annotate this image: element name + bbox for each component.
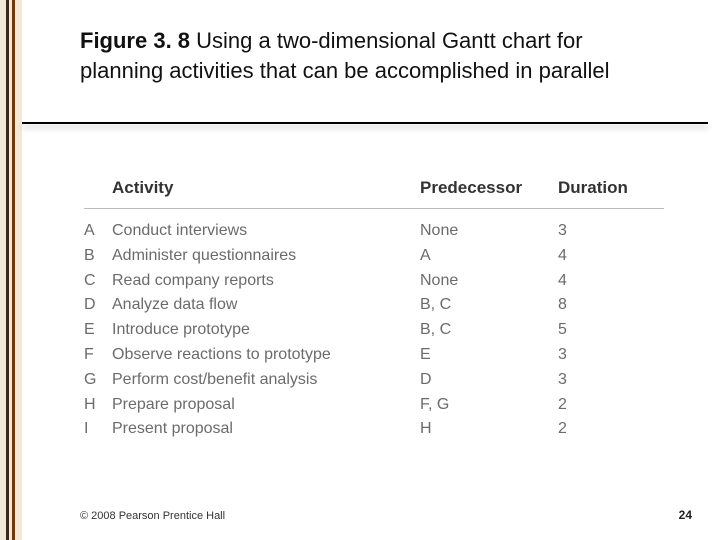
row-activity: Read company reports [112,269,420,294]
table-row: DAnalyze data flowB, C8 [84,293,664,318]
row-predecessor: D [420,368,558,393]
row-predecessor: H [420,417,558,442]
table-header-row: Activity Predecessor Duration [84,178,664,209]
row-key: C [84,269,112,294]
row-duration: 3 [558,343,648,368]
page-number: 24 [679,508,692,522]
row-duration: 2 [558,393,648,418]
table-row: GPerform cost/benefit analysisD3 [84,368,664,393]
row-duration: 2 [558,417,648,442]
table-row: HPrepare proposalF, G2 [84,393,664,418]
row-key: D [84,293,112,318]
row-predecessor: A [420,244,558,269]
table-row: FObserve reactions to prototypeE3 [84,343,664,368]
row-predecessor: E [420,343,558,368]
table-row: BAdminister questionnairesA4 [84,244,664,269]
row-predecessor: F, G [420,393,558,418]
row-activity: Observe reactions to prototype [112,343,420,368]
row-key: H [84,393,112,418]
row-activity: Introduce prototype [112,318,420,343]
row-duration: 4 [558,269,648,294]
figure-number: Figure 3. 8 [80,28,190,53]
row-activity: Present proposal [112,417,420,442]
title-separator [22,122,708,124]
row-activity: Analyze data flow [112,293,420,318]
slide-title: Figure 3. 8 Using a two-dimensional Gant… [80,26,660,85]
row-duration: 3 [558,219,648,244]
row-key: A [84,219,112,244]
row-activity: Conduct interviews [112,219,420,244]
table-row: AConduct interviewsNone3 [84,219,664,244]
row-duration: 8 [558,293,648,318]
header-key-blank [84,178,112,198]
row-key: E [84,318,112,343]
row-activity: Perform cost/benefit analysis [112,368,420,393]
row-predecessor: None [420,219,558,244]
left-decorative-rule [0,0,22,540]
row-predecessor: None [420,269,558,294]
table-body: AConduct interviewsNone3BAdminister ques… [84,219,664,442]
row-duration: 5 [558,318,648,343]
row-key: G [84,368,112,393]
slide-body: Figure 3. 8 Using a two-dimensional Gant… [22,0,720,540]
row-key: F [84,343,112,368]
header-activity: Activity [112,178,420,198]
table-row: CRead company reportsNone4 [84,269,664,294]
activity-table: Activity Predecessor Duration AConduct i… [84,178,664,442]
row-key: B [84,244,112,269]
row-activity: Administer questionnaires [112,244,420,269]
row-predecessor: B, C [420,318,558,343]
row-predecessor: B, C [420,293,558,318]
header-duration: Duration [558,178,648,198]
row-key: I [84,417,112,442]
table-row: IPresent proposalH2 [84,417,664,442]
row-duration: 4 [558,244,648,269]
header-predecessor: Predecessor [420,178,558,198]
row-activity: Prepare proposal [112,393,420,418]
copyright-footer: © 2008 Pearson Prentice Hall [80,510,225,522]
row-duration: 3 [558,368,648,393]
table-row: EIntroduce prototypeB, C5 [84,318,664,343]
